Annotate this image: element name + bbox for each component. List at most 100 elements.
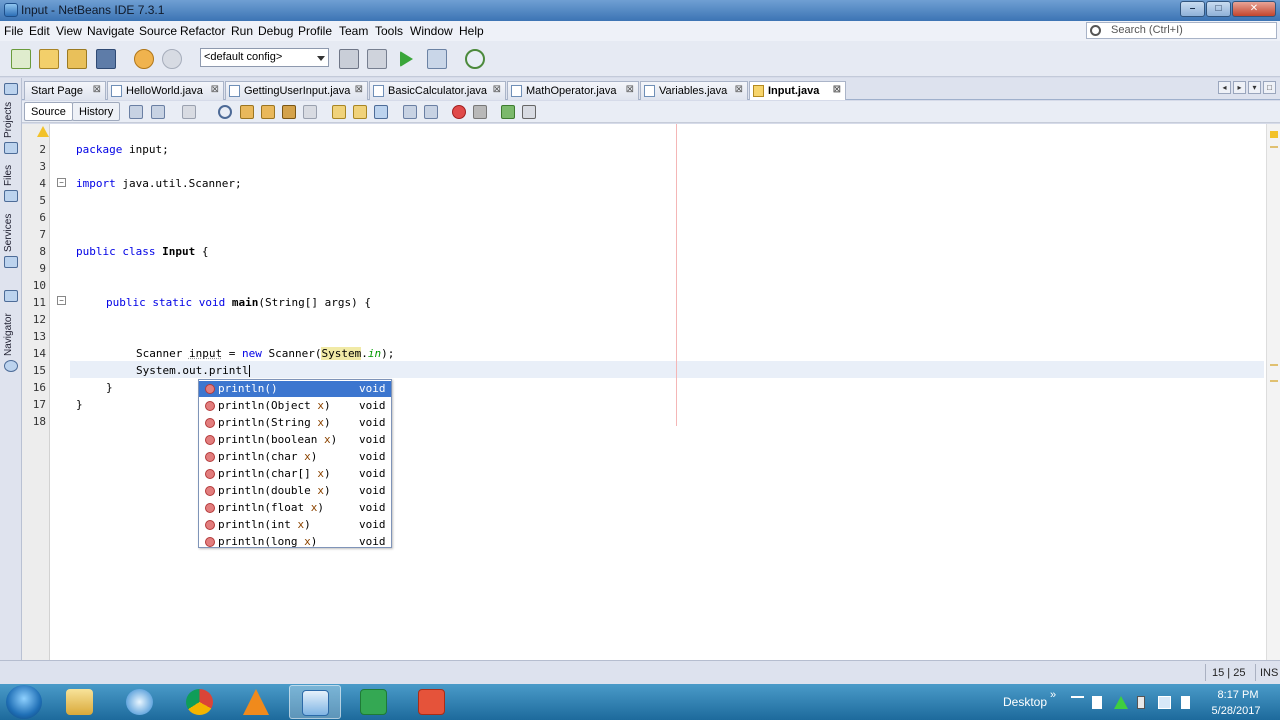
tab-start-page[interactable]: Start Page ⊠ [24, 81, 106, 100]
config-select[interactable]: <default config> [200, 48, 329, 67]
completion-item[interactable]: println(long x) void [199, 534, 391, 548]
taskbar-explorer[interactable] [54, 685, 106, 719]
completion-item[interactable]: println(double x) void [199, 483, 391, 499]
uncomment-icon[interactable] [522, 105, 536, 119]
redo-icon[interactable] [162, 49, 182, 69]
side-tab-projects[interactable]: Projects [3, 102, 14, 138]
last-edit-icon[interactable] [129, 105, 143, 119]
warning-stripe-mark[interactable] [1270, 131, 1278, 138]
tray-expand-icon[interactable] [1071, 696, 1084, 709]
taskbar-netbeans[interactable] [289, 685, 341, 719]
tab-helloworld-java[interactable]: HelloWorld.java ⊠ [107, 81, 224, 100]
history-view-tab[interactable]: History [72, 102, 121, 121]
completion-item[interactable]: println(float x) void [199, 500, 391, 516]
desktop-toolbar-label[interactable]: Desktop [1003, 695, 1047, 709]
stop-macro-recording-icon[interactable] [473, 105, 487, 119]
tab-variables-java[interactable]: Variables.java ⊠ [640, 81, 748, 100]
close-tab-icon[interactable]: ⊠ [833, 84, 841, 95]
fold-toggle-icon[interactable]: − [57, 178, 66, 187]
menu-file[interactable]: File [4, 24, 23, 38]
insert-mode[interactable]: INS [1260, 667, 1278, 679]
battery-icon[interactable] [1137, 696, 1145, 709]
completion-item[interactable]: println(boolean x) void [199, 432, 391, 448]
save-all-icon[interactable] [96, 49, 116, 69]
back-icon[interactable] [151, 105, 165, 119]
shift-right-icon[interactable] [424, 105, 438, 119]
side-tab-files[interactable]: Files [3, 165, 14, 186]
open-project-icon[interactable] [67, 49, 87, 69]
previous-bookmark-icon[interactable] [332, 105, 346, 119]
completion-item[interactable]: println(char x) void [199, 449, 391, 465]
green-tray-icon[interactable] [1114, 696, 1128, 709]
close-tab-icon[interactable]: ⊠ [493, 84, 501, 95]
shift-left-icon[interactable] [403, 105, 417, 119]
code-completion-popup[interactable]: println() void println(Object x) void prin… [198, 379, 392, 548]
start-button[interactable] [6, 685, 42, 719]
close-tab-icon[interactable]: ⊠ [355, 84, 363, 95]
menu-refactor[interactable]: Refactor [180, 24, 225, 38]
clock-time[interactable]: 8:17 PM [1213, 689, 1263, 701]
completion-item[interactable]: println(int x) void [199, 517, 391, 533]
close-tab-icon[interactable]: ⊠ [735, 84, 743, 95]
caret-position[interactable]: 15 | 25 [1212, 667, 1245, 679]
fold-toggle-icon[interactable]: − [57, 296, 66, 305]
menu-view[interactable]: View [56, 24, 82, 38]
navigator-window-icon[interactable] [4, 290, 18, 302]
taskbar-app[interactable] [114, 685, 166, 719]
close-tab-icon[interactable]: ⊠ [93, 84, 101, 95]
menu-tools[interactable]: Tools [375, 24, 403, 38]
network-icon[interactable] [1158, 696, 1171, 709]
close-button[interactable]: ✕ [1232, 1, 1276, 17]
warning-icon[interactable] [37, 126, 49, 137]
quick-search-input[interactable]: Search (Ctrl+I) [1086, 22, 1277, 39]
menu-run[interactable]: Run [231, 24, 253, 38]
close-tab-icon[interactable]: ⊠ [626, 84, 634, 95]
toggle-highlight-icon[interactable] [282, 105, 296, 119]
build-hammer-icon[interactable] [339, 49, 359, 69]
menu-source[interactable]: Source [139, 24, 177, 38]
stripe-mark[interactable] [1270, 380, 1278, 382]
clean-build-icon[interactable] [367, 49, 387, 69]
forward-icon[interactable] [182, 105, 196, 119]
menu-window[interactable]: Window [410, 24, 453, 38]
tab-mathoperator-java[interactable]: MathOperator.java ⊠ [507, 81, 639, 100]
find-previous-icon[interactable] [240, 105, 254, 119]
scroll-tabs-left-button[interactable]: ◂ [1218, 81, 1231, 94]
find-next-icon[interactable] [261, 105, 275, 119]
run-project-icon[interactable] [400, 51, 413, 67]
taskbar-recorder[interactable] [406, 685, 458, 719]
error-stripe[interactable] [1266, 124, 1280, 660]
profile-project-icon[interactable] [465, 49, 485, 69]
menu-help[interactable]: Help [459, 24, 484, 38]
debug-project-icon[interactable] [427, 49, 447, 69]
menu-debug[interactable]: Debug [258, 24, 293, 38]
menu-profile[interactable]: Profile [298, 24, 332, 38]
show-opened-documents-button[interactable]: ▾ [1248, 81, 1261, 94]
menu-team[interactable]: Team [339, 24, 368, 38]
menu-navigate[interactable]: Navigate [87, 24, 134, 38]
side-tab-navigator[interactable]: Navigator [3, 313, 14, 356]
completion-item[interactable]: println(Object x) void [199, 398, 391, 414]
stripe-mark[interactable] [1270, 146, 1278, 148]
taskbar-vlc[interactable] [231, 685, 283, 719]
side-tab-services[interactable]: Services [3, 214, 14, 252]
completion-item[interactable]: println(char[] x) void [199, 466, 391, 482]
start-macro-recording-icon[interactable] [452, 105, 466, 119]
tab-basiccalculator-java[interactable]: BasicCalculator.java ⊠ [369, 81, 506, 100]
undo-icon[interactable] [134, 49, 154, 69]
new-project-icon[interactable] [39, 49, 59, 69]
tab-gettinguserinput-java[interactable]: GettingUserInput.java ⊠ [225, 81, 368, 100]
minimize-button[interactable]: – [1180, 1, 1205, 17]
find-icon[interactable] [218, 105, 232, 119]
clock-date[interactable]: 5/28/2017 [1206, 705, 1266, 717]
new-file-icon[interactable] [11, 49, 31, 69]
minimized-window-icon[interactable] [4, 83, 18, 95]
taskbar-chrome[interactable] [174, 685, 226, 719]
stripe-mark[interactable] [1270, 364, 1278, 366]
volume-icon[interactable] [1181, 696, 1190, 709]
flag-icon[interactable] [1092, 696, 1102, 709]
chevron-right-icon[interactable]: » [1050, 689, 1056, 701]
taskbar-camtasia[interactable] [348, 685, 400, 719]
maximize-editor-button[interactable]: □ [1263, 81, 1276, 94]
completion-item[interactable]: println() void [199, 381, 391, 397]
